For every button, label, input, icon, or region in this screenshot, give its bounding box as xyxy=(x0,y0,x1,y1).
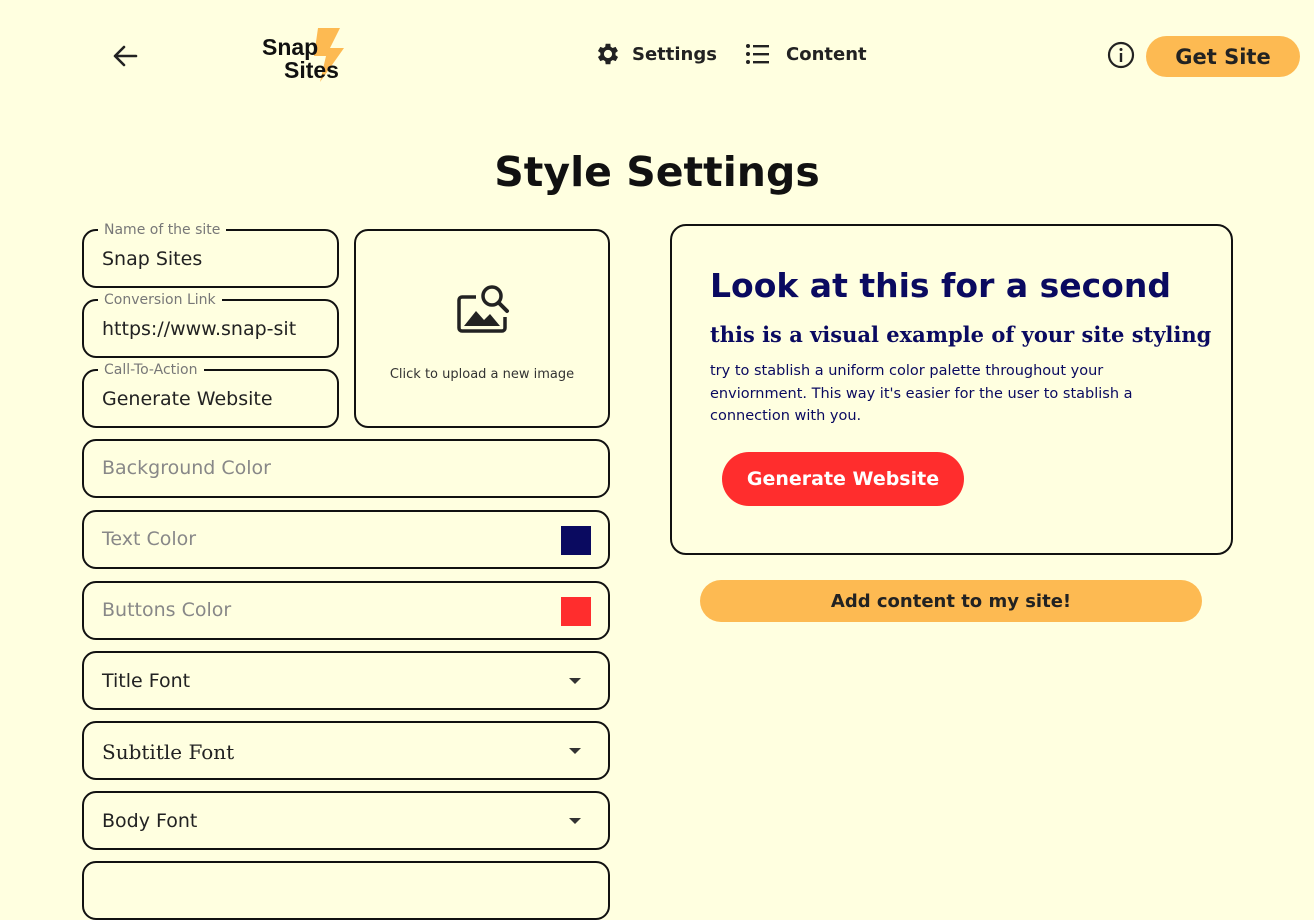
conversion-link-input[interactable] xyxy=(102,315,323,343)
arrow-left-icon xyxy=(113,45,138,67)
site-name-field[interactable]: Name of the site xyxy=(82,221,339,288)
preview-title: Look at this for a second xyxy=(710,266,1171,305)
buttons-color-picker[interactable]: Buttons Color xyxy=(82,581,610,640)
image-search-icon xyxy=(457,285,509,333)
page-title: Style Settings xyxy=(494,148,820,196)
back-button[interactable] xyxy=(106,38,144,74)
background-color-swatch[interactable] xyxy=(561,455,591,484)
cta-label: Call-To-Action xyxy=(98,361,204,379)
cta-field[interactable]: Call-To-Action xyxy=(82,361,339,428)
conversion-link-field[interactable]: Conversion Link xyxy=(82,291,339,358)
title-font-select[interactable]: Title Font xyxy=(82,651,610,710)
subtitle-font-label: Subtitle Font xyxy=(102,740,235,764)
preview-cta-button[interactable]: Generate Website xyxy=(722,452,964,506)
site-name-input[interactable] xyxy=(102,245,323,273)
get-site-button[interactable]: Get Site xyxy=(1146,36,1300,77)
text-color-swatch[interactable] xyxy=(561,526,591,555)
buttons-color-swatch[interactable] xyxy=(561,597,591,626)
preview-body: try to stablish a uniform color palette … xyxy=(710,363,1133,424)
info-button[interactable] xyxy=(1106,40,1136,70)
nav-settings[interactable]: Settings xyxy=(594,40,717,68)
cta-input[interactable] xyxy=(102,385,323,413)
nav-settings-label: Settings xyxy=(632,43,717,65)
background-color-picker[interactable]: Background Color xyxy=(82,439,610,498)
info-icon xyxy=(1107,41,1135,69)
title-font-label: Title Font xyxy=(102,670,191,692)
gear-icon xyxy=(597,43,619,65)
body-font-label: Body Font xyxy=(102,810,198,832)
add-content-button[interactable]: Add content to my site! xyxy=(700,580,1202,622)
buttons-color-label: Buttons Color xyxy=(102,599,232,621)
caret-down-icon xyxy=(569,748,581,754)
logo: Snap Sites xyxy=(258,26,350,86)
nav-content-label: Content xyxy=(786,43,867,65)
svg-text:Sites: Sites xyxy=(284,57,339,83)
text-color-label: Text Color xyxy=(102,528,197,550)
image-upload[interactable]: Click to upload a new image xyxy=(354,229,610,428)
body-font-select[interactable]: Body Font xyxy=(82,791,610,850)
preview-subtitle: this is a visual example of your site st… xyxy=(710,322,1212,347)
additional-select[interactable] xyxy=(82,861,610,920)
list-icon xyxy=(746,44,769,64)
conversion-link-label: Conversion Link xyxy=(98,291,222,309)
background-color-label: Background Color xyxy=(102,457,271,479)
style-preview-card: Look at this for a second this is a visu… xyxy=(670,224,1233,555)
caret-down-icon xyxy=(569,678,581,684)
subtitle-font-select[interactable]: Subtitle Font xyxy=(82,721,610,780)
caret-down-icon xyxy=(569,818,581,824)
text-color-picker[interactable]: Text Color xyxy=(82,510,610,569)
upload-text: Click to upload a new image xyxy=(389,367,575,382)
site-name-label: Name of the site xyxy=(98,221,227,239)
nav-content[interactable]: Content xyxy=(744,40,867,68)
